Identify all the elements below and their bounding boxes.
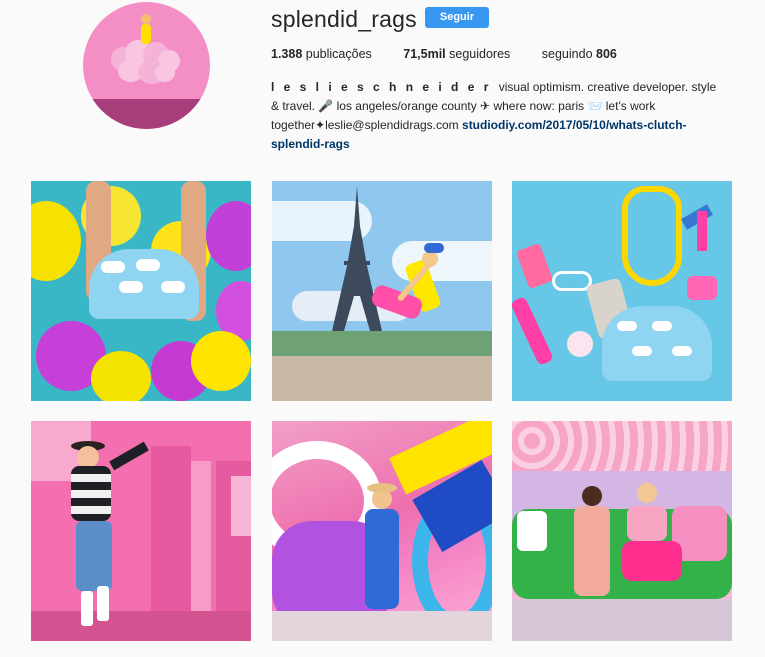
- following-label: seguindo: [541, 47, 593, 61]
- bio-full-name: l e s l i e s c h n e i d e r: [271, 80, 492, 94]
- posts-count: 1.388: [271, 47, 303, 61]
- profile-username: splendid_rags: [271, 6, 417, 32]
- post-tile-2[interactable]: [272, 181, 492, 401]
- post-tile-5[interactable]: [272, 421, 492, 641]
- followers-stat[interactable]: 71,5mil seguidores: [403, 47, 510, 61]
- profile-bio: l e s l i e s c h n e i d e r visual opt…: [271, 78, 721, 154]
- following-count: 806: [596, 47, 617, 61]
- profile-avatar[interactable]: [83, 2, 210, 129]
- followers-count: 71,5mil: [403, 47, 446, 61]
- post-tile-4[interactable]: [31, 421, 251, 641]
- profile-stats: 1.388 publicações 71,5mil seguidores seg…: [271, 47, 645, 61]
- posts-label: publicações: [305, 47, 372, 61]
- posts-stat[interactable]: 1.388 publicações: [271, 47, 372, 61]
- follow-button[interactable]: Seguir: [425, 7, 489, 28]
- post-tile-3[interactable]: [512, 181, 732, 401]
- post-tile-1[interactable]: [31, 181, 251, 401]
- post-tile-6[interactable]: [512, 421, 732, 641]
- following-stat[interactable]: seguindo 806: [542, 47, 617, 61]
- followers-label: seguidores: [449, 47, 511, 61]
- avatar-image: [83, 2, 210, 129]
